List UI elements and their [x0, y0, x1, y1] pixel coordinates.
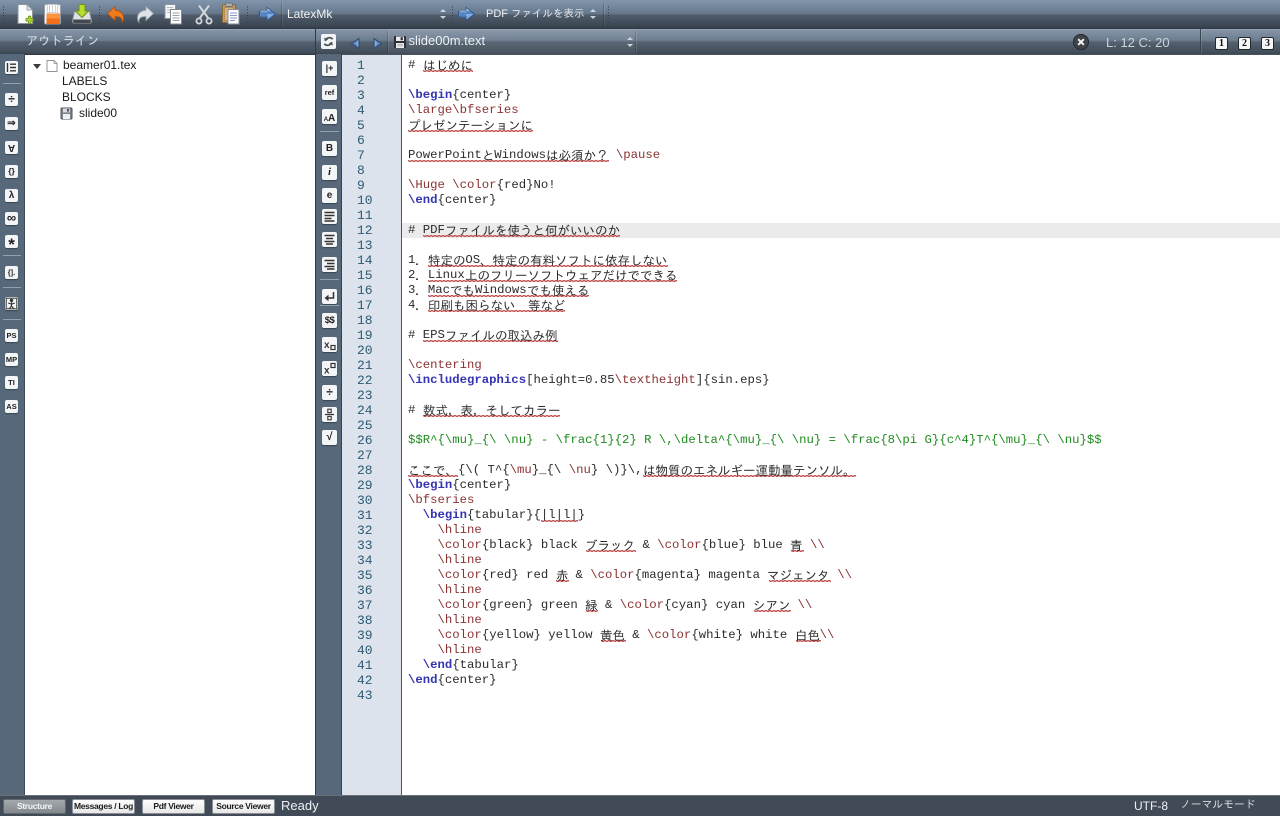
svg-text:x: x	[324, 366, 330, 377]
svg-text:x: x	[324, 340, 330, 351]
